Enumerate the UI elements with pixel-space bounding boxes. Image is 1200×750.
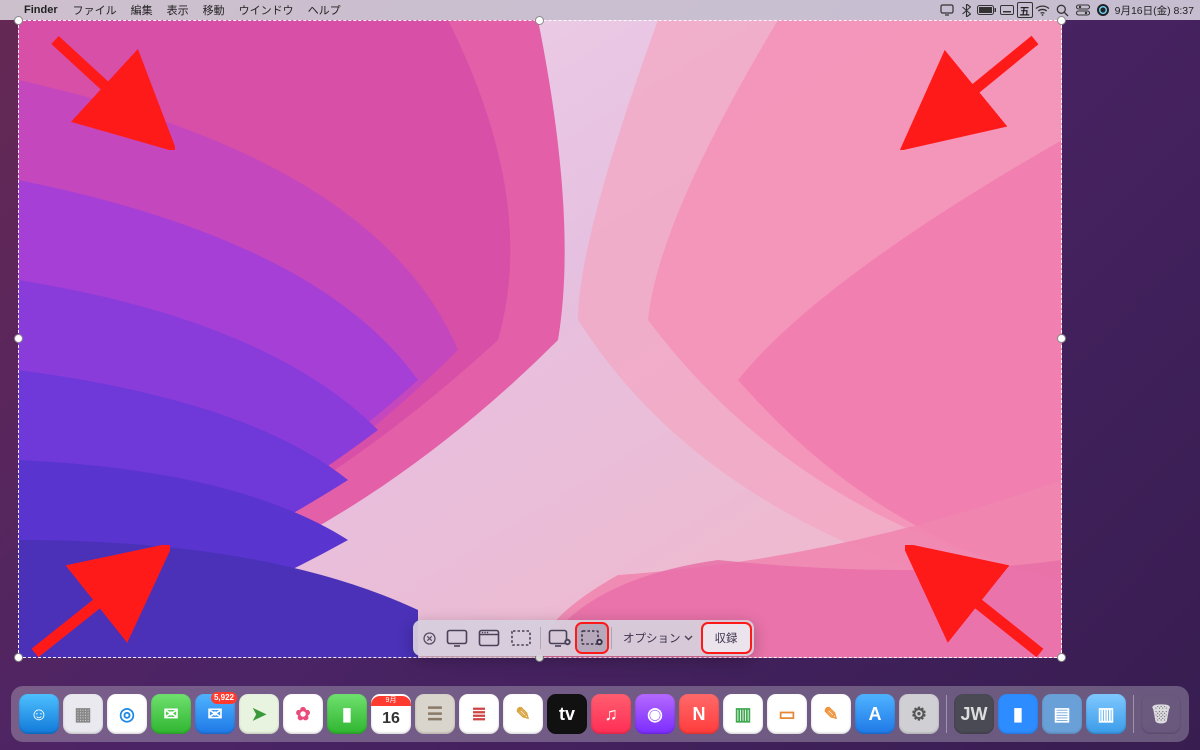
dock-main: ☺▦◎✉✉5,922➤✿▮9月16☰≣✎tv♫◉N▥▭✎A⚙ [19,694,939,734]
dock-messages[interactable]: ✉ [151,694,191,734]
dock: ☺▦◎✉✉5,922➤✿▮9月16☰≣✎tv♫◉N▥▭✎A⚙ JW▮▤▥ 🗑 [11,686,1189,742]
toolbar-separator [611,627,612,649]
dock-reminders[interactable]: ≣ [459,694,499,734]
dock-mail[interactable]: ✉5,922 [195,694,235,734]
selection-handle-bl[interactable] [14,653,23,662]
battery-icon[interactable] [977,0,997,20]
dock-app-generic[interactable]: ▤ [1042,694,1082,734]
dock-separator [946,695,947,733]
control-center-icon[interactable] [1073,0,1093,20]
selection-handle-ml[interactable] [14,334,23,343]
screen-mirror-icon[interactable] [937,0,957,20]
dock-right: JW▮▤▥ [954,694,1126,734]
dock-podcasts[interactable]: ◉ [635,694,675,734]
record-entire-screen-button[interactable] [545,624,575,652]
dock-numbers[interactable]: ▥ [723,694,763,734]
dock-tv[interactable]: tv [547,694,587,734]
dock-photos[interactable]: ✿ [283,694,323,734]
dock-facetime[interactable]: ▮ [327,694,367,734]
capture-selection-button[interactable] [506,624,536,652]
dock-launchpad[interactable]: ▦ [63,694,103,734]
dock-calendar[interactable]: 9月16 [371,694,411,734]
screenshot-options-menu[interactable]: オプション [615,624,701,652]
selection-handle-tm[interactable] [535,16,544,25]
dock-keynote[interactable]: ▭ [767,694,807,734]
menu-help[interactable]: ヘルプ [301,2,348,18]
selection-handle-mr[interactable] [1057,334,1066,343]
dock-maps[interactable]: ➤ [239,694,279,734]
dock-separator [1133,695,1134,733]
siri-icon[interactable] [1093,0,1113,20]
bluetooth-icon[interactable] [957,0,977,20]
menu-go[interactable]: 移動 [196,2,232,18]
menu-datetime[interactable]: 9月16日(金) 8:37 [1113,3,1200,18]
screenshot-close-button[interactable] [418,624,440,652]
wifi-icon[interactable] [1033,0,1053,20]
options-label: オプション [623,630,681,646]
dock-trash-section: 🗑 [1141,694,1181,734]
menu-edit[interactable]: 編集 [124,2,160,18]
dock-folder[interactable]: ▥ [1086,694,1126,734]
dock-music[interactable]: ♫ [591,694,631,734]
dock-jw-library[interactable]: JW [954,694,994,734]
screenshot-toolbar: オプション 収録 [413,620,754,656]
dock-trash[interactable]: 🗑 [1141,694,1181,734]
input-source-icon[interactable]: 五 [1017,2,1033,18]
dock-zoom[interactable]: ▮ [998,694,1038,734]
selection-handle-tr[interactable] [1057,16,1066,25]
menu-file[interactable]: ファイル [66,2,124,18]
menu-window[interactable]: ウインドウ [232,2,301,18]
dock-notes[interactable]: ✎ [503,694,543,734]
desktop: Finder ファイル 編集 表示 移動 ウインドウ ヘルプ 五 9月16日(金… [0,0,1200,750]
selection-handle-tl[interactable] [14,16,23,25]
selection-preview [18,20,1062,658]
capture-entire-screen-button[interactable] [442,624,472,652]
dock-system-preferences[interactable]: ⚙ [899,694,939,734]
dock-safari[interactable]: ◎ [107,694,147,734]
capture-window-button[interactable] [474,624,504,652]
toolbar-separator [540,627,541,649]
menu-view[interactable]: 表示 [160,2,196,18]
screenshot-capture-button[interactable]: 収録 [703,624,750,652]
menu-bar: Finder ファイル 編集 表示 移動 ウインドウ ヘルプ 五 9月16日(金… [0,0,1200,20]
dock-news[interactable]: N [679,694,719,734]
capture-label: 収録 [715,630,738,646]
dock-contacts[interactable]: ☰ [415,694,455,734]
keyboard-icon[interactable] [997,0,1017,20]
record-selection-button[interactable] [577,624,607,652]
dock-appstore[interactable]: A [855,694,895,734]
selection-handle-br[interactable] [1057,653,1066,662]
dock-pages[interactable]: ✎ [811,694,851,734]
app-menu[interactable]: Finder [22,4,66,16]
dock-finder[interactable]: ☺ [19,694,59,734]
